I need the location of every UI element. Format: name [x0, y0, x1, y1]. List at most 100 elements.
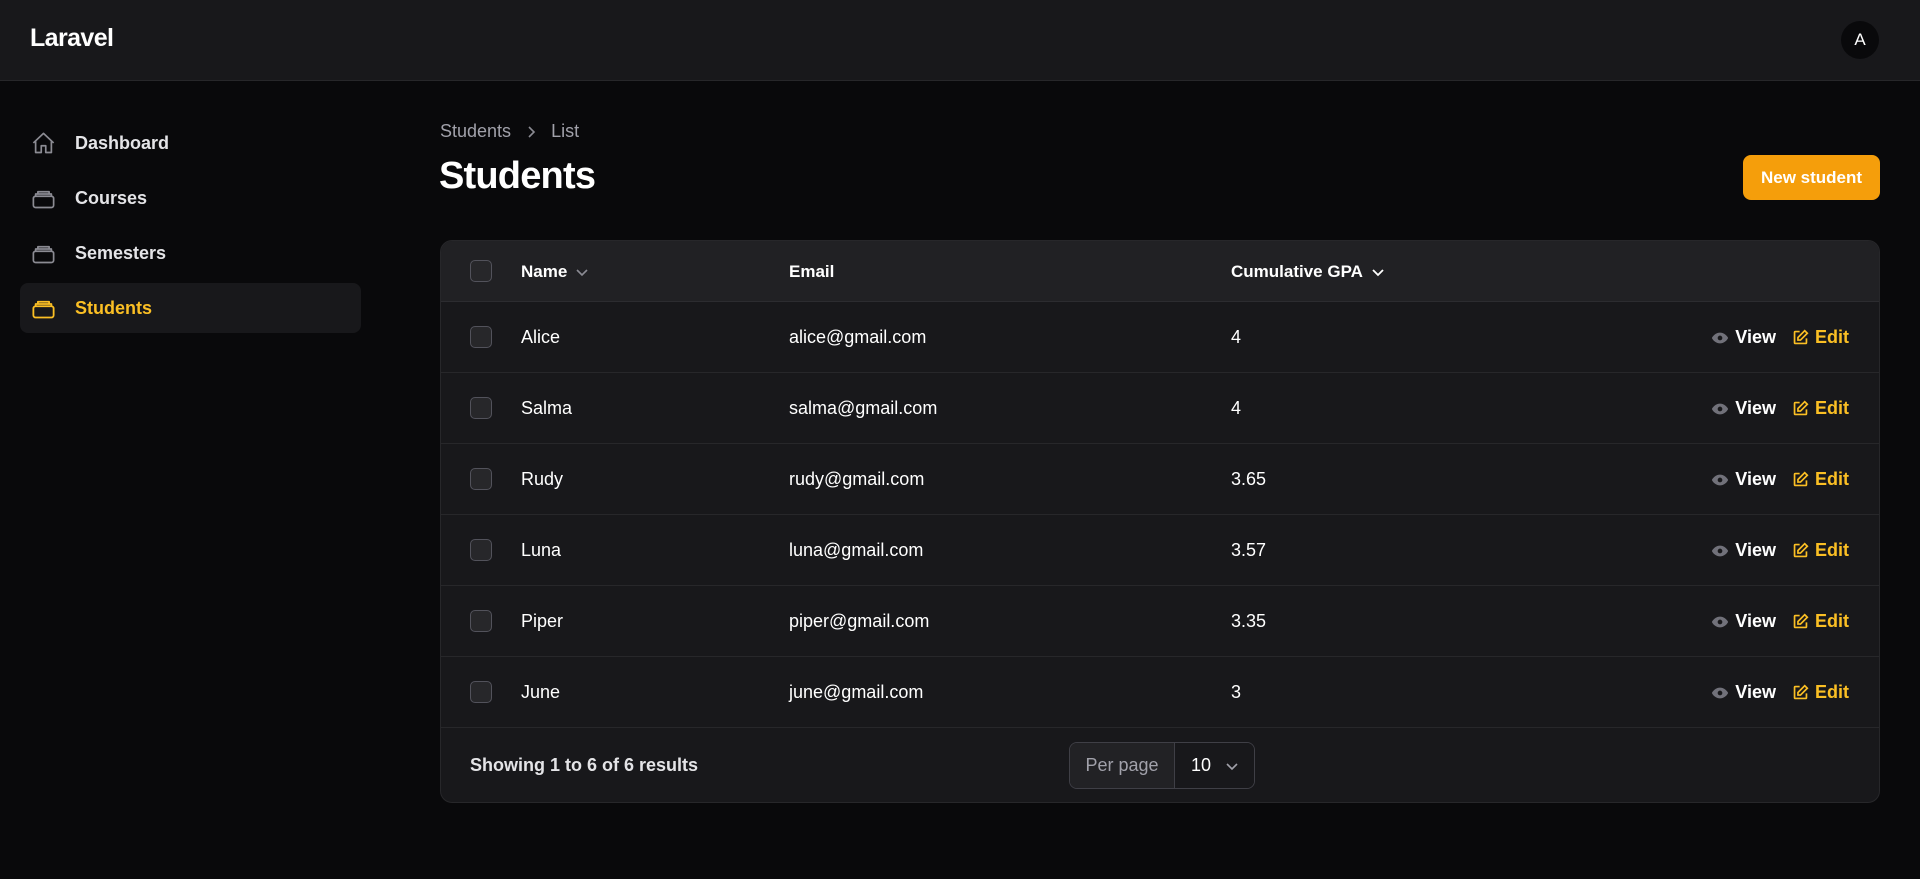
sidebar-item-label: Dashboard — [75, 132, 170, 153]
row-checkbox[interactable] — [470, 468, 492, 490]
edit-label: Edit — [1815, 682, 1849, 702]
row-checkbox[interactable] — [470, 610, 492, 632]
cell-gpa: 3.35 — [1231, 611, 1267, 631]
eye-icon — [1712, 616, 1729, 627]
edit-button[interactable]: Edit — [1792, 327, 1849, 348]
cell-name: Salma — [521, 398, 573, 418]
per-page-select[interactable]: 10 — [1175, 743, 1254, 788]
table-footer: Showing 1 to 6 of 6 results Per page 10 — [441, 727, 1879, 802]
cell-email: rudy@gmail.com — [789, 469, 925, 489]
table-row: Salma salma@gmail.com 4 View Edit — [441, 373, 1879, 444]
sidebar-item-label: Semesters — [75, 242, 167, 263]
cell-gpa: 3.65 — [1231, 469, 1267, 489]
view-label: View — [1735, 327, 1776, 347]
column-header-gpa[interactable]: Cumulative GPA — [1231, 241, 1385, 302]
table-row: Luna luna@gmail.com 3.57 View Edit — [441, 515, 1879, 586]
per-page-control: Per page 10 — [1069, 742, 1255, 789]
edit-icon — [1793, 684, 1809, 700]
sidebar-item-dashboard[interactable]: Dashboard — [20, 118, 361, 168]
table-row: Piper piper@gmail.com 3.35 View Edit — [441, 586, 1879, 657]
view-label: View — [1735, 682, 1776, 702]
students-table: Name Email Cumulative GPA Alice alice@gm… — [440, 240, 1880, 803]
row-actions: View Edit — [1711, 515, 1849, 586]
cell-name: Rudy — [521, 469, 564, 489]
chevron-down-icon — [575, 267, 589, 277]
table-row: Alice alice@gmail.com 4 View Edit — [441, 302, 1879, 373]
stack-icon — [30, 240, 57, 267]
view-button[interactable]: View — [1711, 540, 1776, 561]
edit-button[interactable]: Edit — [1792, 398, 1849, 419]
sidebar-item-students[interactable]: Students — [20, 283, 361, 333]
column-header-label: Cumulative GPA — [1231, 261, 1363, 281]
cell-email: salma@gmail.com — [789, 398, 938, 418]
view-button[interactable]: View — [1711, 398, 1776, 419]
view-button[interactable]: View — [1711, 682, 1776, 703]
column-header-label: Name — [521, 261, 568, 281]
cell-email: june@gmail.com — [789, 682, 924, 702]
column-header-label: Email — [789, 261, 835, 281]
view-button[interactable]: View — [1711, 327, 1776, 348]
cell-email: luna@gmail.com — [789, 540, 924, 560]
chevron-right-icon — [525, 125, 537, 139]
eye-icon — [1712, 545, 1729, 556]
edit-label: Edit — [1815, 469, 1849, 489]
cell-name: Alice — [521, 327, 561, 347]
column-header-name[interactable]: Name — [521, 241, 589, 302]
edit-icon — [1793, 329, 1809, 345]
new-student-button[interactable]: New student — [1743, 155, 1880, 200]
top-bar: Laravel A — [0, 0, 1920, 81]
per-page-label: Per page — [1070, 743, 1175, 788]
view-button[interactable]: View — [1711, 469, 1776, 490]
row-actions: View Edit — [1711, 373, 1849, 444]
view-label: View — [1735, 540, 1776, 560]
breadcrumb-item-students[interactable]: Students — [440, 121, 511, 142]
edit-button[interactable]: Edit — [1792, 540, 1849, 561]
cell-email: piper@gmail.com — [789, 611, 930, 631]
cell-gpa: 3 — [1231, 682, 1242, 702]
edit-label: Edit — [1815, 398, 1849, 418]
row-checkbox[interactable] — [470, 397, 492, 419]
row-checkbox[interactable] — [470, 681, 492, 703]
select-all-checkbox[interactable] — [470, 260, 492, 282]
row-actions: View Edit — [1711, 586, 1849, 657]
cell-gpa: 4 — [1231, 327, 1242, 347]
breadcrumb-item-list: List — [551, 121, 580, 141]
breadcrumb: Students List — [440, 121, 579, 142]
table-row: June june@gmail.com 3 View Edit — [441, 657, 1879, 728]
per-page-value: 10 — [1191, 755, 1212, 775]
row-actions: View Edit — [1711, 444, 1849, 515]
edit-button[interactable]: Edit — [1792, 469, 1849, 490]
stack-icon — [30, 185, 57, 212]
cell-name: Piper — [521, 611, 564, 631]
edit-label: Edit — [1815, 327, 1849, 347]
edit-label: Edit — [1815, 540, 1849, 560]
view-button[interactable]: View — [1711, 611, 1776, 632]
row-checkbox[interactable] — [470, 326, 492, 348]
sidebar-item-courses[interactable]: Courses — [20, 173, 361, 223]
row-actions: View Edit — [1711, 302, 1849, 373]
edit-icon — [1793, 400, 1809, 416]
brand-logo[interactable]: Laravel — [30, 24, 114, 53]
sidebar: Dashboard Courses Semesters Students — [20, 118, 361, 338]
results-summary: Showing 1 to 6 of 6 results — [470, 755, 699, 775]
cell-gpa: 3.57 — [1231, 540, 1267, 560]
column-header-email: Email — [789, 241, 834, 302]
cell-name: June — [521, 682, 561, 702]
view-label: View — [1735, 611, 1776, 631]
sidebar-item-semesters[interactable]: Semesters — [20, 228, 361, 278]
stack-icon — [30, 295, 57, 322]
edit-button[interactable]: Edit — [1792, 611, 1849, 632]
sidebar-item-label: Students — [75, 297, 153, 318]
cell-email: alice@gmail.com — [789, 327, 927, 347]
row-actions: View Edit — [1711, 657, 1849, 728]
eye-icon — [1712, 332, 1729, 343]
edit-button[interactable]: Edit — [1792, 682, 1849, 703]
eye-icon — [1712, 403, 1729, 414]
page-title: Students — [439, 155, 596, 197]
row-checkbox[interactable] — [470, 539, 492, 561]
chevron-down-icon — [1371, 267, 1385, 277]
user-avatar[interactable]: A — [1841, 21, 1879, 59]
sidebar-item-label: Courses — [75, 187, 148, 208]
table-header: Name Email Cumulative GPA — [441, 241, 1879, 302]
chevron-down-icon — [1225, 761, 1239, 771]
